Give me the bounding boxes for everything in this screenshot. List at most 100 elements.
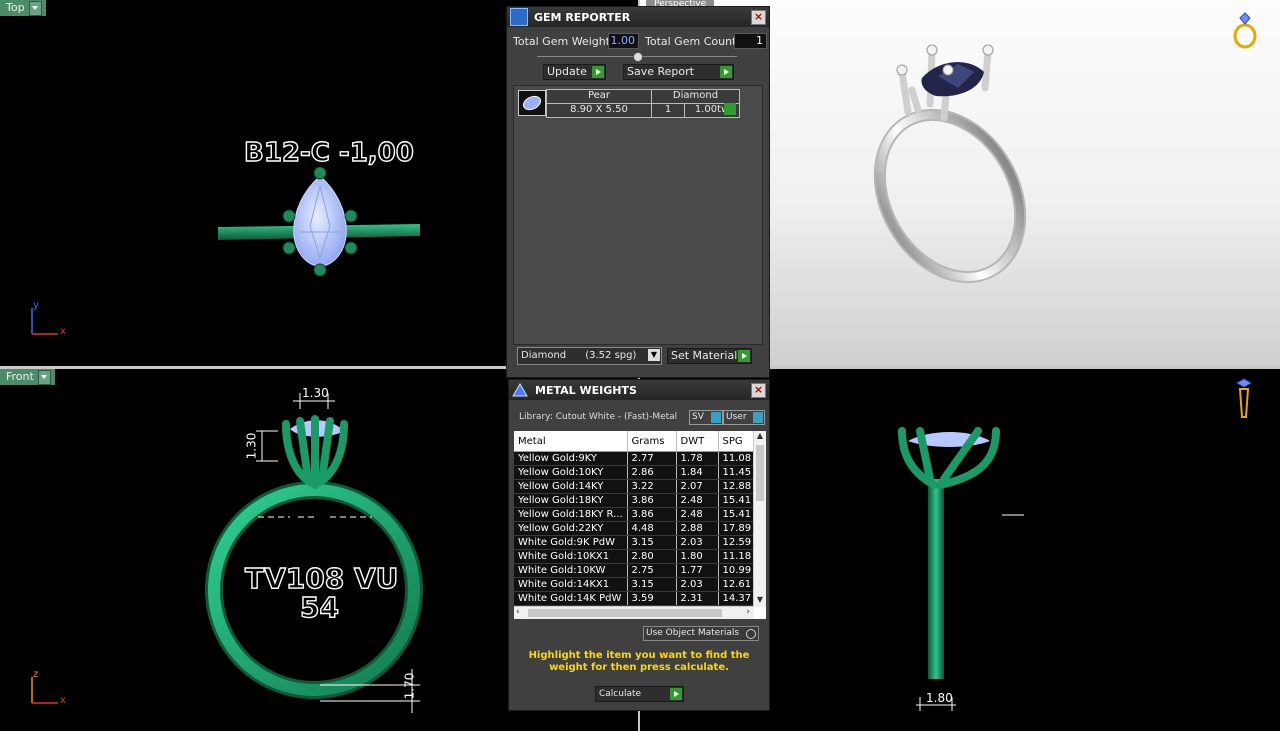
gem-row-go-icon[interactable] bbox=[724, 103, 736, 115]
close-icon[interactable]: × bbox=[751, 10, 766, 25]
save-report-button[interactable]: Save Report bbox=[623, 64, 734, 80]
table-cell: White Gold:14KX1 bbox=[514, 577, 628, 592]
axis-label-x: x bbox=[60, 326, 66, 337]
table-cell: 2.88 bbox=[676, 521, 719, 536]
metal-table-container[interactable]: Metal Grams DWT SPG Yellow Gold:9KY 2.77 1… bbox=[514, 431, 766, 619]
update-button[interactable]: Update bbox=[543, 64, 606, 80]
table-cell: 17.89 bbox=[718, 521, 755, 536]
dimension-prong-height: 1.30 bbox=[244, 432, 259, 460]
table-cell: 15.41 bbox=[718, 507, 755, 522]
table-cell: 11.45 bbox=[718, 465, 755, 480]
column-header[interactable]: Metal bbox=[514, 431, 628, 452]
ring-gold-icon[interactable] bbox=[1230, 10, 1260, 50]
ring-top-render bbox=[218, 166, 420, 277]
use-object-materials-label: Use Object Materials bbox=[646, 628, 740, 638]
table-row[interactable]: White Gold:14K PdW 3.59 2.31 14.37 bbox=[514, 591, 755, 606]
table-cell: 1.80 bbox=[676, 549, 719, 564]
table-cell: 3.86 bbox=[627, 493, 677, 508]
total-gem-count-field[interactable]: 1 bbox=[734, 33, 767, 49]
axis-label-x: x bbox=[60, 695, 66, 706]
viewport-front[interactable]: Front 1.30 1.30 TV108 VU 54 1.70 z x bbox=[0, 369, 505, 731]
column-header[interactable]: DWT bbox=[676, 431, 719, 452]
table-cell: Yellow Gold:9KY bbox=[514, 451, 628, 466]
ring-side-icon[interactable] bbox=[1234, 377, 1254, 421]
table-row[interactable]: White Gold:10KX1 2.80 1.80 11.18 bbox=[514, 549, 755, 564]
table-cell: 2.48 bbox=[676, 493, 719, 508]
table-cell: 2.03 bbox=[676, 577, 719, 592]
table-cell: Yellow Gold:22KY bbox=[514, 521, 628, 536]
table-row[interactable]: Yellow Gold:9KY 2.77 1.78 11.08 bbox=[514, 451, 755, 466]
table-cell: 3.22 bbox=[627, 479, 677, 494]
table-cell: 3.15 bbox=[627, 577, 677, 592]
table-cell: 1.78 bbox=[676, 451, 719, 466]
gem-reporter-panel: GEM REPORTER × Total Gem Weight 1.00 Tot… bbox=[506, 6, 770, 378]
user-toggle[interactable]: User bbox=[723, 410, 765, 425]
table-row[interactable]: Yellow Gold:14KY 3.22 2.07 12.88 bbox=[514, 479, 755, 494]
ring-right-render bbox=[898, 427, 1024, 711]
info-icon bbox=[753, 412, 763, 423]
table-cell: 2.48 bbox=[676, 507, 719, 522]
table-row[interactable]: Yellow Gold:22KY 4.48 2.88 17.89 bbox=[514, 521, 755, 536]
gem-thumbnail-icon[interactable] bbox=[518, 90, 546, 116]
gem-list: Pear Diamond 8.90 X 5.50 1 1.00tw bbox=[513, 85, 763, 345]
total-gem-count-label: Total Gem Count bbox=[645, 35, 737, 48]
gem-size: 8.90 X 5.50 bbox=[547, 104, 652, 117]
dimension-shank-thickness: 1.70 bbox=[402, 672, 417, 700]
table-cell: White Gold:10KX1 bbox=[514, 549, 628, 564]
sv-toggle[interactable]: SV bbox=[689, 410, 723, 425]
table-cell: 11.08 bbox=[718, 451, 755, 466]
column-header[interactable]: Grams bbox=[627, 431, 677, 452]
play-icon bbox=[720, 66, 732, 78]
table-row[interactable]: White Gold:14KX1 3.15 2.03 12.61 bbox=[514, 577, 755, 592]
table-row[interactable]: Yellow Gold:18KY 3.86 2.48 15.41 bbox=[514, 493, 755, 508]
gem-row[interactable]: Pear Diamond 8.90 X 5.50 1 1.00tw bbox=[546, 89, 740, 118]
gem-shape: Pear bbox=[547, 90, 652, 103]
table-cell: 4.48 bbox=[627, 521, 677, 536]
viewport-top[interactable]: Top B12-C -1,00 y x bbox=[0, 0, 505, 366]
use-object-materials-button[interactable]: Use Object Materials bbox=[643, 626, 759, 641]
table-row[interactable]: Yellow Gold:10KY 2.86 1.84 11.45 bbox=[514, 465, 755, 480]
dimension-shank-width: 1.80 bbox=[926, 691, 953, 705]
close-icon[interactable]: × bbox=[751, 383, 766, 398]
table-cell: 12.61 bbox=[718, 577, 755, 592]
calculate-button[interactable]: Calculate bbox=[595, 686, 684, 702]
vertical-scrollbar[interactable]: ▲ ▼ bbox=[753, 431, 766, 607]
table-cell: 2.07 bbox=[676, 479, 719, 494]
column-header[interactable]: SPG bbox=[718, 431, 755, 452]
table-cell: 3.15 bbox=[627, 535, 677, 550]
set-material-button[interactable]: Set Material bbox=[667, 348, 752, 364]
table-cell: 14.37 bbox=[718, 591, 755, 606]
dimension-prong-width: 1.30 bbox=[302, 386, 329, 400]
table-cell: 3.86 bbox=[627, 507, 677, 522]
material-select[interactable]: Diamond (3.52 spg) ▼ bbox=[517, 347, 662, 365]
chevron-right-icon[interactable]: › bbox=[746, 607, 750, 617]
total-gem-weight-label: Total Gem Weight bbox=[513, 35, 611, 48]
table-row[interactable]: Yellow Gold:18KY R... 3.86 2.48 15.41 bbox=[514, 507, 755, 522]
metal-weights-titlebar[interactable]: METAL WEIGHTS × bbox=[509, 380, 769, 400]
table-row[interactable]: White Gold:10KW 2.75 1.77 10.99 bbox=[514, 563, 755, 578]
table-cell: 12.59 bbox=[718, 535, 755, 550]
horizontal-scrollbar[interactable]: ‹ › bbox=[514, 606, 754, 619]
set-material-label: Set Material bbox=[671, 349, 738, 362]
table-cell: White Gold:9K PdW bbox=[514, 535, 628, 550]
chevron-up-icon[interactable]: ▲ bbox=[754, 431, 766, 443]
total-gem-weight-field[interactable]: 1.00 bbox=[608, 33, 639, 49]
scrollbar-thumb[interactable] bbox=[756, 445, 764, 501]
metal-weights-panel: METAL WEIGHTS × Library: Cutout White - … bbox=[508, 379, 770, 711]
scrollbar-thumb[interactable] bbox=[528, 609, 722, 617]
table-cell: 12.88 bbox=[718, 479, 755, 494]
chevron-down-icon[interactable]: ▼ bbox=[754, 595, 766, 607]
save-report-label: Save Report bbox=[627, 65, 694, 78]
axis-label-z: z bbox=[33, 669, 39, 680]
table-cell: Yellow Gold:14KY bbox=[514, 479, 628, 494]
gem-reporter-titlebar[interactable]: GEM REPORTER × bbox=[507, 7, 769, 27]
viewport-right[interactable]: 1.80 bbox=[770, 369, 1280, 731]
chevron-down-icon[interactable]: ▼ bbox=[648, 349, 660, 361]
table-cell: 2.75 bbox=[627, 563, 677, 578]
slider-handle[interactable] bbox=[633, 52, 643, 62]
gem-reporter-icon bbox=[510, 8, 528, 26]
table-row[interactable]: White Gold:9K PdW 3.15 2.03 12.59 bbox=[514, 535, 755, 550]
axis-label-y: y bbox=[33, 300, 39, 311]
play-icon bbox=[592, 66, 604, 78]
chevron-left-icon[interactable]: ‹ bbox=[516, 607, 520, 617]
